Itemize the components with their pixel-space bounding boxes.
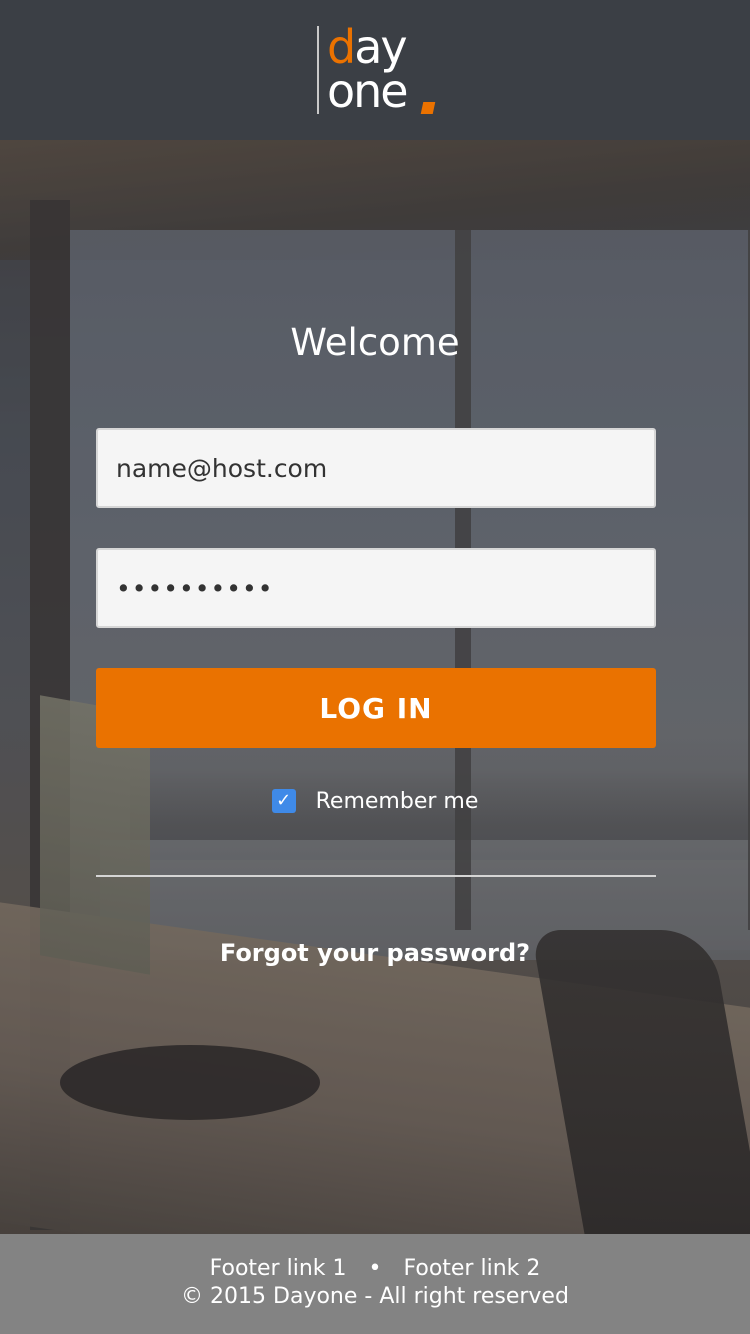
footer-links: Footer link 1 • Footer link 2 xyxy=(0,1254,750,1284)
email-field[interactable] xyxy=(96,428,656,508)
login-button[interactable]: LOG IN xyxy=(96,668,656,748)
password-field[interactable] xyxy=(96,548,656,628)
logo-dot xyxy=(420,102,436,114)
login-form: Welcome LOG IN ✓ Remember me Forgot your… xyxy=(0,140,750,1234)
checkmark-icon: ✓ xyxy=(276,790,292,811)
footer: Footer link 1 • Footer link 2 © 2015 Dayon… xyxy=(0,1234,750,1334)
login-screen: day one Welcome LOG IN ✓ Remember me For… xyxy=(0,0,750,1334)
remember-label: Remember me xyxy=(315,788,479,814)
remember-me[interactable]: ✓ Remember me xyxy=(0,786,750,816)
logo-line-2: one xyxy=(327,64,409,118)
app-header: day one xyxy=(0,0,750,140)
logo-line-1: day xyxy=(327,24,408,70)
logo-bar xyxy=(317,26,319,114)
footer-separator: • xyxy=(368,1256,382,1281)
remember-checkbox[interactable]: ✓ xyxy=(271,789,296,813)
welcome-heading: Welcome xyxy=(290,321,460,364)
forgot-password-link[interactable]: Forgot your password? xyxy=(0,936,750,970)
footer-link-1[interactable]: Footer link 1 xyxy=(210,1256,347,1281)
divider xyxy=(96,875,656,877)
dayone-logo: day one xyxy=(317,24,437,116)
footer-link-2[interactable]: Footer link 2 xyxy=(403,1256,540,1281)
copyright: © 2015 Dayone - All right reserved xyxy=(181,1284,569,1309)
